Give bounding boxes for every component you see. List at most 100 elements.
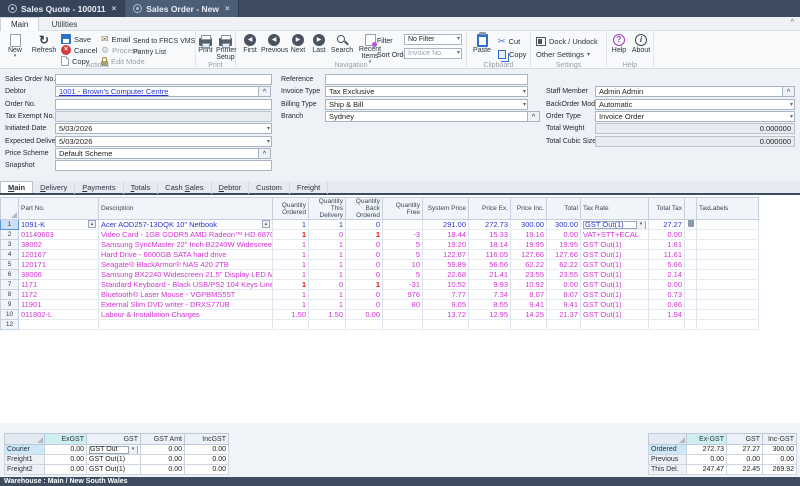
collapse-ribbon-icon[interactable]: ^ — [791, 19, 794, 26]
grid-cell-price_inc[interactable]: 8.07 — [511, 290, 547, 300]
grid-cell-tax_labels[interactable] — [697, 260, 759, 270]
grid-cell-system_price[interactable]: 59.89 — [423, 260, 469, 270]
grid-cell-tax_rate[interactable] — [581, 320, 649, 330]
tab-sales-order[interactable]: Sales Order - New × — [125, 0, 238, 17]
totals-cell[interactable]: 300.00 — [763, 445, 797, 455]
detail-tab-cash-sales[interactable]: Cash Sales — [158, 182, 211, 194]
totals-cell[interactable]: 22.45 — [727, 465, 763, 475]
freight-row-label[interactable]: Freight1 — [5, 455, 45, 465]
totals-row[interactable]: Ordered272.7327.27300.00 — [649, 445, 797, 455]
new-button[interactable]: New ▾ — [2, 33, 28, 58]
grid-cell-qty_back[interactable]: 1 — [346, 230, 383, 240]
grid-cell-qty_back[interactable]: 1 — [346, 280, 383, 290]
grid-cell-part[interactable]: 011802-L — [19, 310, 99, 320]
grid-cell-total_tax[interactable]: 1.81 — [649, 240, 685, 250]
grid-cell-qty_ordered[interactable]: 1 — [273, 240, 309, 250]
grid-cell-total_tax[interactable]: 27.27 — [649, 220, 685, 230]
grid-cell-tax_labels[interactable] — [697, 220, 759, 230]
grid-cell-price_inc[interactable]: 19.95 — [511, 240, 547, 250]
invoice-type-select[interactable]: Tax Exclusive ▾ — [325, 86, 528, 97]
totals-row[interactable]: This Del.247.4722.45269.92 — [649, 465, 797, 475]
grid-cell-price_inc[interactable]: 19.16 — [511, 230, 547, 240]
grid-cell-qty_this[interactable]: 0 — [309, 280, 346, 290]
price-scheme-field[interactable]: Default Scheme — [55, 148, 259, 159]
chevron-down-icon[interactable]: ▾ — [790, 101, 793, 110]
grid-cell-desc[interactable]: Standard Keyboard - Black USB/PS2 104 Ke… — [99, 280, 273, 290]
grid-cell-price_ex[interactable]: 272.73 — [469, 220, 511, 230]
grid-cell-qty_ordered[interactable] — [273, 320, 309, 330]
staff-member-expand-button[interactable]: ^ — [783, 86, 795, 97]
grid-cell-qty_back[interactable]: 0 — [346, 290, 383, 300]
grid-cell-part[interactable]: 01140603 — [19, 230, 99, 240]
grid-cell-system_price[interactable]: 291.00 — [423, 220, 469, 230]
grid-cell-part[interactable] — [19, 320, 99, 330]
grid-cell-qty_free[interactable]: -31 — [383, 280, 423, 290]
totals-header[interactable]: GST — [727, 434, 763, 445]
freight-header[interactable]: GST — [87, 434, 141, 445]
grid-cell-total[interactable]: 300.00 — [547, 220, 581, 230]
search-button[interactable]: Search — [329, 33, 355, 54]
grid-cell-total[interactable]: 62.22 — [547, 260, 581, 270]
grid-row[interactable]: 5120171Seagate® BlackArmor® NAS 420 2TB1… — [1, 260, 759, 270]
totals-cell[interactable]: 0.00 — [687, 455, 727, 465]
row-number[interactable]: 8 — [1, 290, 19, 300]
printer-setup-button[interactable]: Printer Setup — [216, 33, 235, 61]
grid-cell-tax_rate[interactable]: GST Out(1) — [581, 280, 649, 290]
grid-cell-total[interactable]: 127.66 — [547, 250, 581, 260]
grid-cell-total_tax[interactable]: 0.73 — [649, 290, 685, 300]
grid-cell-tax_rate[interactable]: GST Out(1) — [581, 240, 649, 250]
freight-header[interactable] — [5, 434, 45, 445]
grid-row[interactable]: 1▴1091-K▴Acer AOD257-13DQK 10" Netbook11… — [1, 220, 759, 230]
chevron-down-icon[interactable]: ▾ — [523, 88, 526, 97]
close-tab-icon[interactable]: × — [112, 4, 117, 13]
ribbon-tab-main[interactable]: Main — [0, 17, 39, 31]
freight-cell[interactable]: 0.00 — [141, 455, 185, 465]
row-number[interactable]: 12 — [1, 320, 19, 330]
detail-tab-custom[interactable]: Custom — [249, 182, 290, 194]
totals-header[interactable]: Ex-GST — [687, 434, 727, 445]
grid-cell-desc[interactable] — [99, 320, 273, 330]
staff-member-field[interactable]: Admin Admin — [595, 86, 783, 97]
grid-cell-price_ex[interactable]: 7.34 — [469, 290, 511, 300]
grid-cell-qty_this[interactable]: 1 — [309, 290, 346, 300]
backorder-mode-select[interactable]: Automatic ▾ — [595, 99, 795, 110]
freight-cell[interactable]: 0.00 — [141, 465, 185, 475]
detail-tab-delivery[interactable]: Delivery — [33, 182, 75, 194]
previous-button[interactable]: ◀ Previous — [261, 33, 287, 54]
part-lookup-button[interactable]: ▴ — [88, 220, 96, 228]
grid-cell-price_inc[interactable]: 14.25 — [511, 310, 547, 320]
grid-cell-qty_ordered[interactable]: 1 — [273, 250, 309, 260]
grid-cell-total_tax[interactable]: 0.00 — [649, 280, 685, 290]
grid-cell-tax_labels[interactable] — [697, 270, 759, 280]
grid-cell-part[interactable]: 120167 — [19, 250, 99, 260]
grid-cell-tax_rate[interactable]: GST Out(1) — [581, 310, 649, 320]
grid-cell-del[interactable] — [685, 260, 697, 270]
freight-cell[interactable]: 0.00 — [141, 445, 185, 455]
grid-cell-tax_rate[interactable]: GST Out(1) — [581, 290, 649, 300]
grid-row[interactable]: 10011802-LLabour & Installation Charges1… — [1, 310, 759, 320]
grid-cell-part[interactable]: 38002 — [19, 240, 99, 250]
grid-cell-total_tax[interactable]: 0.86 — [649, 300, 685, 310]
grid-cell-qty_ordered[interactable]: 1 — [273, 260, 309, 270]
totals-cell[interactable]: 269.92 — [763, 465, 797, 475]
grid-cell-tax_labels[interactable] — [697, 300, 759, 310]
grid-cell-qty_this[interactable]: 1 — [309, 220, 346, 230]
grid-cell-total[interactable]: 0.00 — [547, 230, 581, 240]
freight-cell[interactable]: 0.00 — [45, 455, 87, 465]
grid-cell-del[interactable] — [685, 250, 697, 260]
grid-cell-total[interactable]: 23.55 — [547, 270, 581, 280]
tax-rate-dropdown[interactable]: GST Out▾ — [89, 446, 138, 454]
delete-row-icon[interactable] — [688, 220, 694, 227]
grid-cell-del[interactable] — [685, 270, 697, 280]
chevron-down-icon[interactable]: ▾ — [790, 113, 793, 122]
grid-cell-desc[interactable]: Hard Drive - 6000GB SATA hard drive — [99, 250, 273, 260]
grid-cell-part[interactable]: 38006 — [19, 270, 99, 280]
grid-header-tax_rate[interactable]: Tax Rate — [581, 198, 649, 220]
billing-type-select[interactable]: Ship & Bill ▾ — [325, 99, 528, 110]
tax-rate-dropdown[interactable]: GST Out(1)▾ — [583, 221, 646, 229]
grid-cell-price_inc[interactable]: 10.92 — [511, 280, 547, 290]
grid-header-qty_this[interactable]: Quantity ThisDelivery — [309, 198, 346, 220]
detail-tab-main[interactable]: Main — [0, 181, 33, 193]
grid-cell-qty_ordered[interactable]: 1 — [273, 270, 309, 280]
debtor-field[interactable]: 1001 - Brown's Computer Centre — [55, 86, 259, 97]
